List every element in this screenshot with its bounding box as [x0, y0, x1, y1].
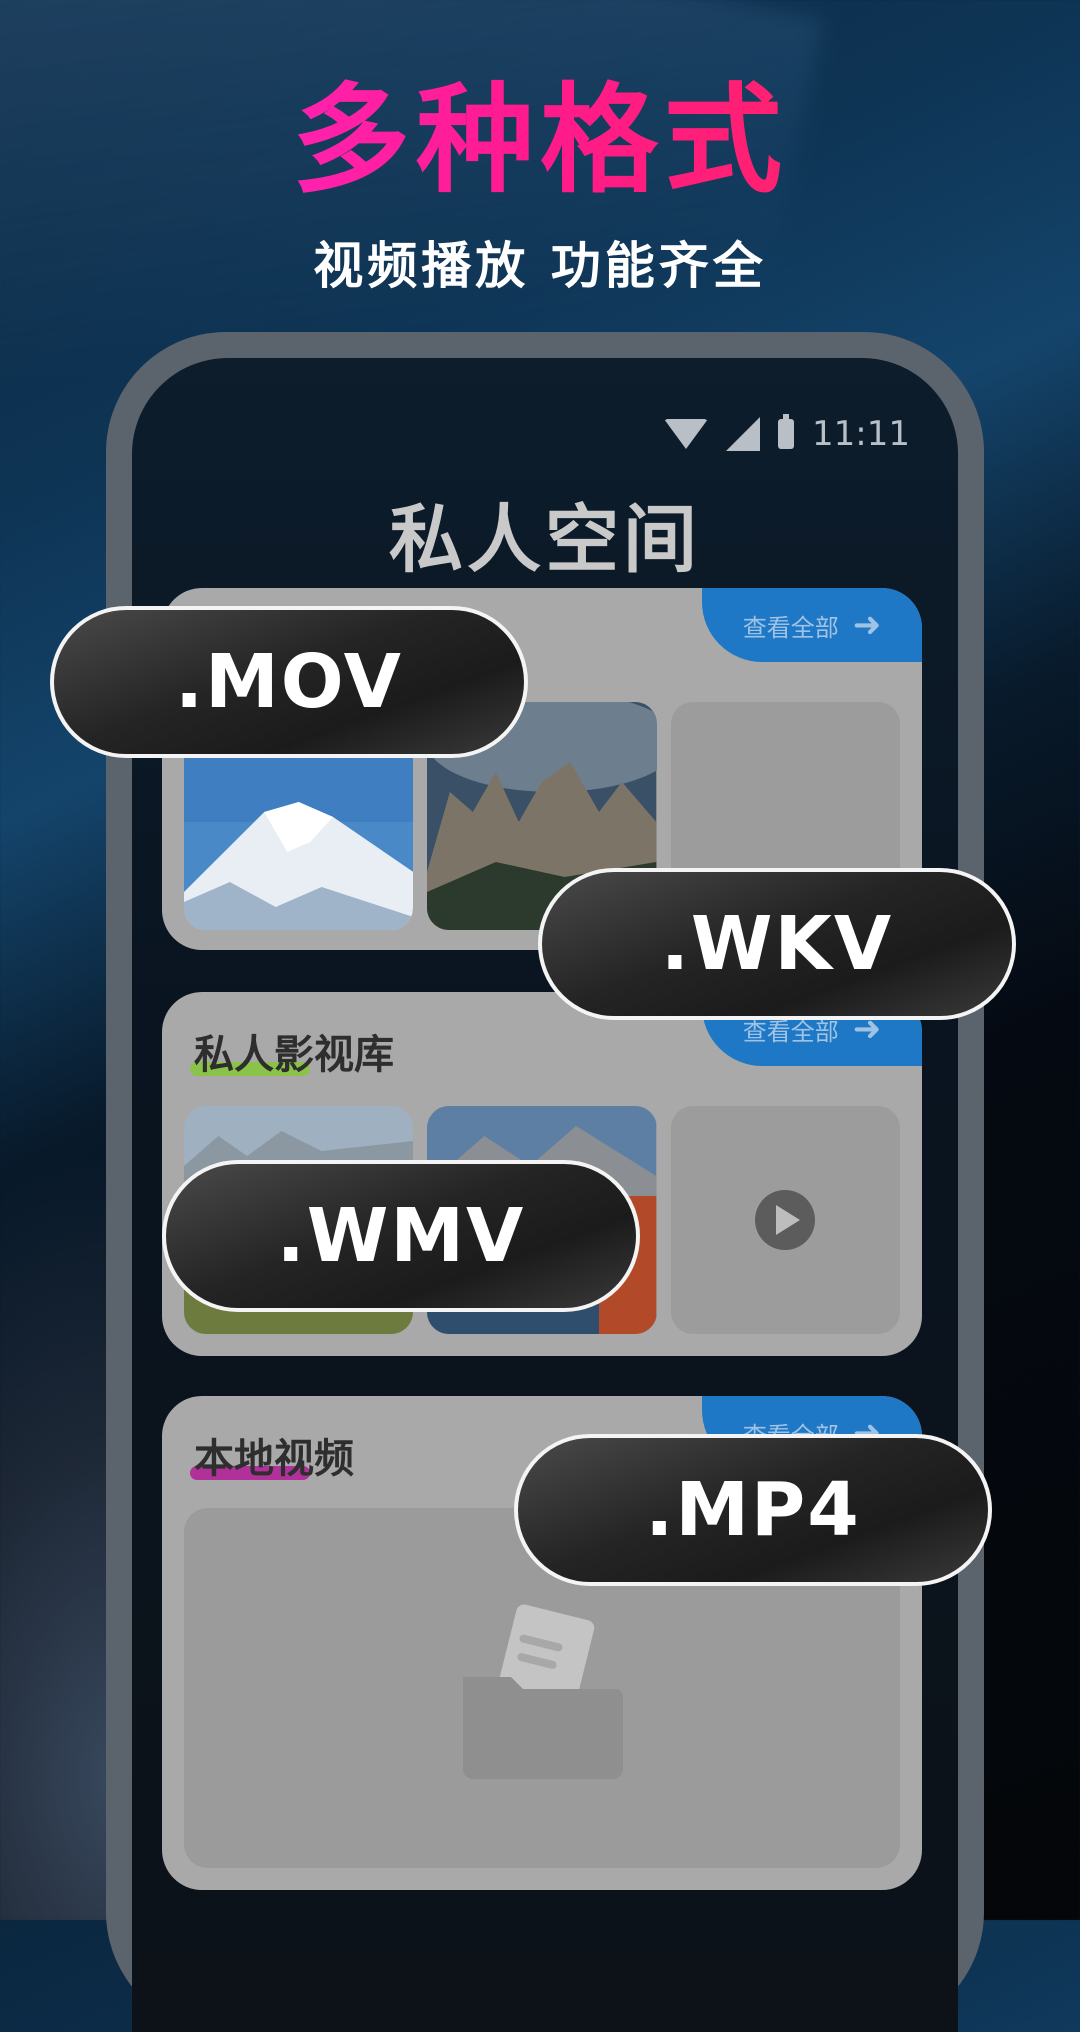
wifi-icon — [664, 419, 709, 449]
folder-icon — [463, 1604, 623, 1779]
view-all-label: 查看全部 — [742, 613, 839, 642]
battery-icon — [778, 414, 795, 449]
video-thumbnail-placeholder[interactable] — [670, 1106, 900, 1334]
format-pill-wkv: .WKV — [538, 868, 1016, 1020]
app-title: 私人空间 — [389, 497, 701, 583]
subheadline: 视频播放 功能齐全 — [313, 237, 767, 295]
format-pill-mov: .MOV — [50, 606, 528, 758]
format-pill-mp4: .MP4 — [514, 1434, 992, 1586]
card-title: 私人影视库 — [194, 1032, 394, 1078]
format-pill-wmv: .WMV — [162, 1160, 640, 1312]
play-icon[interactable] — [755, 1190, 816, 1250]
status-time: 11:11 — [812, 414, 910, 454]
status-bar: 11:11 — [664, 414, 910, 454]
view-all-button[interactable]: 查看全部 ➜ — [702, 588, 922, 662]
signal-icon — [726, 417, 761, 451]
headline: 多种格式 — [0, 70, 1080, 210]
card-title: 本地视频 — [194, 1436, 354, 1482]
arrow-right-icon: ➜ — [852, 605, 882, 645]
